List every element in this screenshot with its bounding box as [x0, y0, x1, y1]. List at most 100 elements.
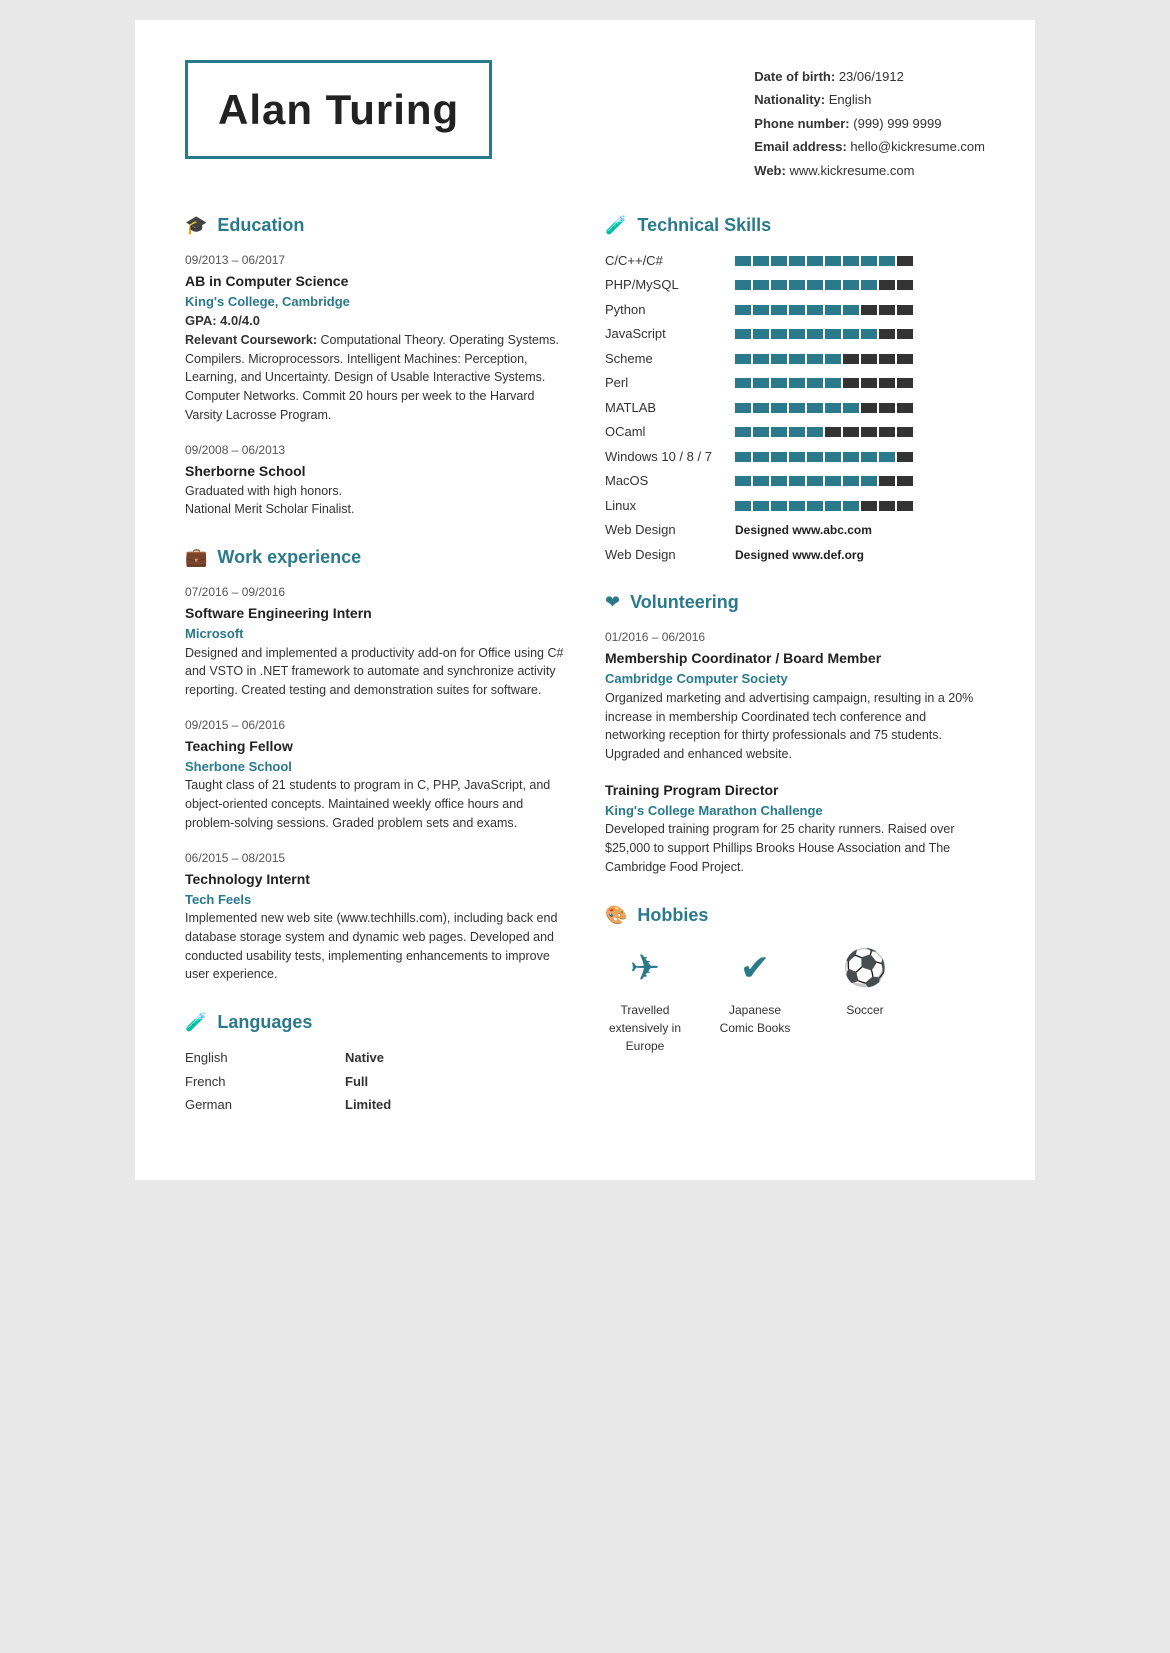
- header-section: Alan Turing Date of birth: 23/06/1912 Na…: [185, 60, 985, 182]
- bar-seg-filled: [753, 354, 769, 364]
- bar-seg-filled: [753, 427, 769, 437]
- work-entry-3: 06/2015 – 08/2015 Technology Internt Tec…: [185, 849, 565, 985]
- bar-seg-empty: [825, 427, 841, 437]
- bar-seg-filled: [753, 403, 769, 413]
- bar-seg-filled: [735, 452, 751, 462]
- languages-icon: 🧪: [185, 1009, 207, 1036]
- skill-bar-container-3: [735, 329, 985, 339]
- languages-header: 🧪 Languages: [185, 1009, 565, 1036]
- skill-bar-container-6: [735, 403, 985, 413]
- skill-name-1: PHP/MySQL: [605, 275, 735, 295]
- bar-seg-empty: [861, 403, 877, 413]
- vol-title-1: Membership Coordinator / Board Member: [605, 648, 985, 669]
- lang-row-2: French Full: [185, 1072, 565, 1092]
- skill-name-5: Perl: [605, 373, 735, 393]
- education-title: Education: [217, 212, 304, 239]
- hobby-label-2: Soccer: [846, 1001, 883, 1019]
- bar-seg-filled: [771, 305, 787, 315]
- skill-bar-9: [735, 476, 913, 486]
- bar-seg-filled: [843, 476, 859, 486]
- bar-seg-empty: [879, 354, 895, 364]
- bar-seg-filled: [771, 403, 787, 413]
- bar-seg-empty: [879, 403, 895, 413]
- bar-seg-filled: [807, 476, 823, 486]
- bar-seg-empty: [879, 280, 895, 290]
- bar-seg-filled: [879, 452, 895, 462]
- gpa-label: GPA:: [185, 313, 217, 328]
- hobbies-title: Hobbies: [637, 902, 708, 929]
- bar-seg-filled: [807, 329, 823, 339]
- work-date-1: 07/2016 – 09/2016: [185, 583, 565, 601]
- bar-seg-filled: [843, 280, 859, 290]
- bar-seg-filled: [861, 329, 877, 339]
- lang-level-3: Limited: [345, 1095, 391, 1115]
- edu-title-1: AB in Computer Science: [185, 271, 565, 292]
- vol-date-1: 01/2016 – 06/2016: [605, 628, 985, 646]
- bar-seg-empty: [861, 354, 877, 364]
- candidate-name: Alan Turing: [218, 78, 459, 141]
- phone-row: Phone number: (999) 999 9999: [754, 112, 985, 135]
- bar-seg-empty: [861, 378, 877, 388]
- hobbies-list: ✈Travelled extensively in Europe✔Japanes…: [605, 941, 985, 1055]
- bar-seg-filled: [735, 501, 751, 511]
- web-value: www.kickresume.com: [789, 163, 914, 178]
- bar-seg-filled: [789, 476, 805, 486]
- edu-desc-2: Graduated with high honors. National Mer…: [185, 482, 565, 520]
- bar-seg-filled: [735, 256, 751, 266]
- bar-seg-empty: [861, 501, 877, 511]
- work-icon: 💼: [185, 544, 207, 571]
- skill-name-4: Scheme: [605, 349, 735, 369]
- bar-seg-filled: [753, 256, 769, 266]
- skill-bar-container-9: [735, 476, 985, 486]
- nationality-label: Nationality:: [754, 92, 825, 107]
- lang-row-1: English Native: [185, 1048, 565, 1068]
- bar-seg-filled: [771, 476, 787, 486]
- bar-seg-filled: [879, 256, 895, 266]
- vol-desc-2: Developed training program for 25 charit…: [605, 820, 985, 876]
- bar-seg-filled: [753, 452, 769, 462]
- bar-seg-filled: [789, 378, 805, 388]
- nationality-row: Nationality: English: [754, 88, 985, 111]
- lang-level-1: Native: [345, 1048, 384, 1068]
- hobbies-section: 🎨 Hobbies ✈Travelled extensively in Euro…: [605, 902, 985, 1055]
- volunteering-icon: ❤: [605, 589, 620, 616]
- volunteering-title: Volunteering: [630, 589, 739, 616]
- work-section: 💼 Work experience 07/2016 – 09/2016 Soft…: [185, 544, 565, 984]
- skill-bar-container-12: Designed www.def.org: [735, 546, 985, 564]
- web-row: Web: www.kickresume.com: [754, 159, 985, 182]
- skill-name-6: MATLAB: [605, 398, 735, 418]
- skill-row-3: JavaScript: [605, 324, 985, 344]
- bar-seg-empty: [843, 354, 859, 364]
- bar-seg-filled: [789, 427, 805, 437]
- education-section: 🎓 Education 09/2013 – 06/2017 AB in Comp…: [185, 212, 565, 519]
- bar-seg-empty: [897, 256, 913, 266]
- skill-row-10: Linux: [605, 496, 985, 516]
- skill-bar-0: [735, 256, 913, 266]
- work-entry-2: 09/2015 – 06/2016 Teaching Fellow Sherbo…: [185, 716, 565, 833]
- resume-container: Alan Turing Date of birth: 23/06/1912 Na…: [135, 20, 1035, 1180]
- vol-title-2: Training Program Director: [605, 780, 985, 801]
- phone-label: Phone number:: [754, 116, 849, 131]
- skill-bar-container-0: [735, 256, 985, 266]
- bar-seg-filled: [771, 427, 787, 437]
- bar-seg-empty: [879, 427, 895, 437]
- bar-seg-filled: [843, 452, 859, 462]
- vol-org-1: Cambridge Computer Society: [605, 669, 985, 689]
- lang-name-1: English: [185, 1048, 265, 1068]
- bar-seg-filled: [789, 403, 805, 413]
- hobbies-header: 🎨 Hobbies: [605, 902, 985, 929]
- bar-seg-empty: [879, 305, 895, 315]
- skill-text-11: Designed www.abc.com: [735, 521, 872, 539]
- email-row: Email address: hello@kickresume.com: [754, 135, 985, 158]
- bar-seg-filled: [789, 305, 805, 315]
- bar-seg-empty: [897, 476, 913, 486]
- bar-seg-filled: [735, 305, 751, 315]
- bar-seg-filled: [825, 452, 841, 462]
- skill-name-8: Windows 10 / 8 / 7: [605, 447, 735, 467]
- work-org-2: Sherbone School: [185, 757, 565, 777]
- right-column: 🧪 Technical Skills C/C++/C#PHP/MySQLPyth…: [605, 212, 985, 1140]
- lang-level-2: Full: [345, 1072, 368, 1092]
- edu-title-2: Sherborne School: [185, 461, 565, 482]
- bar-seg-filled: [843, 501, 859, 511]
- bar-seg-filled: [861, 476, 877, 486]
